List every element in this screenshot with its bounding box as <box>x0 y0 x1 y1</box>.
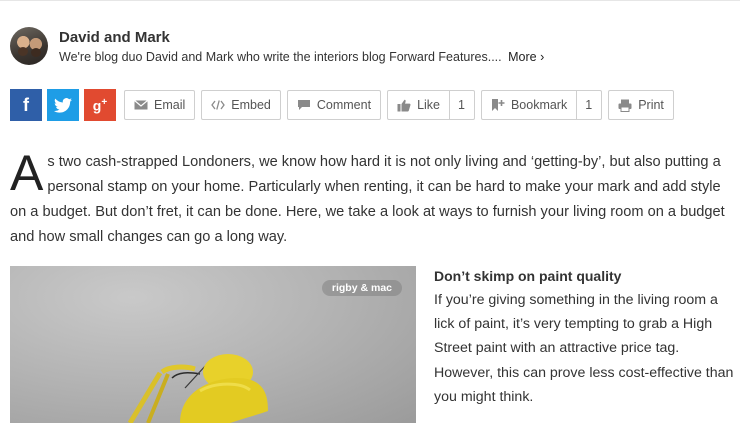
author-bio-text: We're blog duo David and Mark who write … <box>59 50 502 64</box>
embed-button[interactable]: Embed <box>201 90 281 120</box>
avatar-face-left <box>18 47 28 56</box>
comment-label: Comment <box>316 98 372 112</box>
author-more-link[interactable]: More › <box>508 50 544 64</box>
top-divider <box>0 0 740 1</box>
like-button[interactable]: Like 1 <box>387 90 475 120</box>
like-count: 1 <box>449 91 465 119</box>
author-text: David and Mark We're blog duo David and … <box>59 27 544 64</box>
bookmark-count: 1 <box>576 91 592 119</box>
google-plus-sign: + <box>101 96 108 108</box>
twitter-share-button[interactable] <box>47 89 79 121</box>
photo-credit-badge: rigby & mac <box>321 280 402 296</box>
bookmark-plus-icon <box>491 98 505 112</box>
article-intro: A s two cash-strapped Londoners, we know… <box>10 145 730 250</box>
bookmark-button[interactable]: Bookmark 1 <box>480 90 603 120</box>
section-paragraph: If you’re giving something in the living… <box>434 292 734 405</box>
like-label: Like <box>417 98 440 112</box>
share-bar: f g+ Email Embed Comment Like 1 Bookmark… <box>10 89 677 121</box>
author-bio: We're blog duo David and Mark who write … <box>59 50 544 64</box>
print-label: Print <box>638 98 664 112</box>
bookmark-label: Bookmark <box>510 98 568 112</box>
email-button[interactable]: Email <box>124 90 196 120</box>
print-button[interactable]: Print <box>608 90 674 120</box>
facebook-share-button[interactable]: f <box>10 89 42 121</box>
author-name[interactable]: David and Mark <box>59 29 544 46</box>
comment-button[interactable]: Comment <box>286 90 382 120</box>
google-plus-share-button[interactable]: g+ <box>84 89 116 121</box>
code-icon <box>211 100 226 110</box>
article-photo[interactable]: rigby & mac <box>10 266 416 423</box>
article-section: Don’t skimp on paint quality If you’re g… <box>434 268 734 409</box>
section-heading: Don’t skimp on paint quality <box>434 268 622 284</box>
speech-bubble-icon <box>297 99 311 111</box>
printer-icon <box>618 99 632 112</box>
email-label: Email <box>154 98 186 112</box>
author-avatar[interactable] <box>10 27 48 65</box>
article-intro-text: s two cash-strapped Londoners, we know h… <box>10 154 725 245</box>
avatar-face-right <box>31 48 41 57</box>
drop-cap: A <box>10 145 44 201</box>
twitter-icon <box>54 97 72 113</box>
author-block: David and Mark We're blog duo David and … <box>10 27 544 65</box>
google-plus-icon: g+ <box>93 97 107 114</box>
embed-label: Embed <box>231 98 271 112</box>
envelope-icon <box>134 100 148 110</box>
facebook-icon: f <box>23 94 29 115</box>
thumbs-up-icon <box>397 99 411 112</box>
